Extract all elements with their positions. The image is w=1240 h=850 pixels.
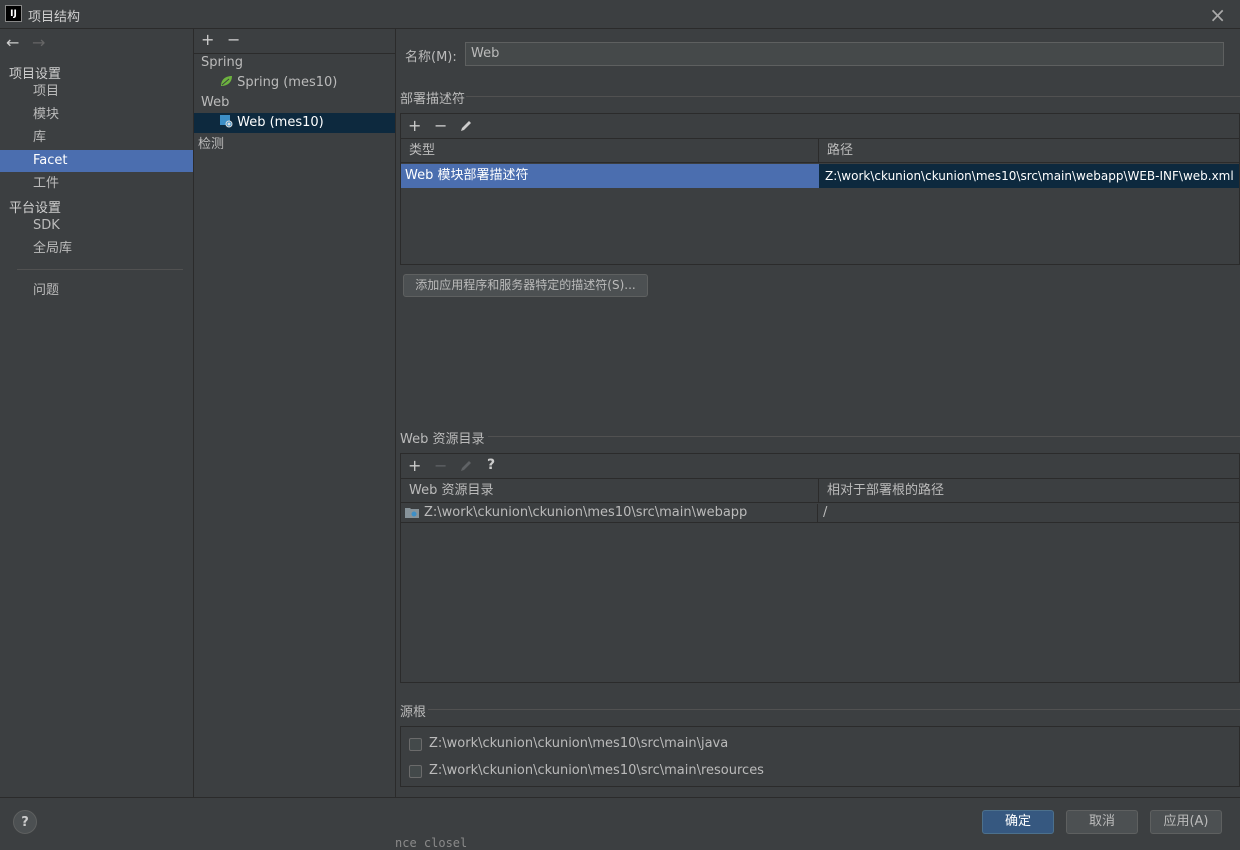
source-root-label[interactable]: Z:\work\ckunion\ckunion\mes10\src\main\r… — [429, 763, 764, 778]
tree-item-label: Web (mes10) — [237, 115, 324, 130]
section-divider — [466, 96, 1240, 97]
nav-item-project[interactable]: 项目 — [0, 81, 193, 103]
edit-pencil-icon[interactable] — [459, 459, 473, 473]
source-roots-list: Z:\work\ckunion\ckunion\mes10\src\main\j… — [400, 726, 1240, 787]
cell-path: Z:\work\ckunion\ckunion\mes10\src\main\w… — [819, 164, 1239, 188]
settings-nav: ← → 项目设置 项目 模块 库 Facet 工件 平台设置 SDK 全局库 问… — [0, 29, 194, 797]
edit-pencil-icon[interactable] — [459, 119, 473, 133]
cancel-button[interactable]: 取消 — [1066, 810, 1138, 834]
source-root-checkbox[interactable] — [409, 765, 422, 778]
nav-item-global-libraries[interactable]: 全局库 — [0, 238, 193, 260]
nav-item-artifacts[interactable]: 工件 — [0, 173, 193, 195]
deployment-descriptor-table: + − 类型 路径 Web 模块部署描述符 Z:\work\ckunion\ck… — [400, 113, 1240, 265]
cell-type: Web 模块部署描述符 — [401, 164, 819, 188]
remove-icon[interactable]: − — [434, 456, 447, 475]
nav-item-problems[interactable]: 问题 — [0, 280, 193, 302]
nav-item-sdk[interactable]: SDK — [0, 215, 193, 237]
table-toolbar: + − — [401, 114, 1239, 139]
back-arrow-icon[interactable]: ← — [6, 33, 19, 52]
web-resources-section-title: Web 资源目录 — [400, 432, 485, 447]
ok-button[interactable]: 确定 — [982, 810, 1054, 834]
column-header-relative-path[interactable]: 相对于部署根的路径 — [819, 479, 1239, 503]
name-input[interactable]: Web — [465, 42, 1224, 66]
facet-tree-panel: + − Spring Spring (mes10) Web Web (mes10… — [194, 29, 396, 797]
add-server-descriptor-button[interactable]: 添加应用程序和服务器特定的描述符(S)... — [403, 274, 648, 297]
deployment-section-title: 部署描述符 — [400, 92, 466, 107]
column-header-web-resource-dir[interactable]: Web 资源目录 — [401, 479, 819, 503]
section-divider — [428, 709, 1240, 710]
window-title: 项目结构 — [28, 10, 81, 25]
facet-details: 名称(M): Web 部署描述符 + − 类型 路径 Web 模块部署描述符 Z… — [396, 29, 1240, 797]
web-facet-icon — [220, 115, 233, 128]
dialog-footer: ? nce closel 确定 取消 应用(A) — [0, 797, 1240, 850]
tree-item-label: Spring (mes10) — [237, 75, 338, 90]
source-root-label[interactable]: Z:\work\ckunion\ckunion\mes10\src\main\j… — [429, 736, 728, 751]
table-row[interactable]: Z:\work\ckunion\ckunion\mes10\src\main\w… — [401, 504, 1239, 523]
tree-item-spring-mes10[interactable]: Spring (mes10) — [194, 73, 395, 93]
help-button[interactable]: ? — [13, 810, 37, 834]
nav-item-modules[interactable]: 模块 — [0, 104, 193, 126]
help-question-icon[interactable]: ? — [487, 457, 495, 473]
name-field-label: 名称(M): — [405, 50, 457, 65]
forward-arrow-icon[interactable]: → — [32, 33, 45, 52]
nav-section-platform-settings: 平台设置 — [9, 201, 62, 216]
add-icon[interactable]: + — [408, 116, 421, 135]
nav-section-project-settings: 项目设置 — [9, 67, 62, 82]
column-header-path[interactable]: 路径 — [819, 139, 1239, 163]
apply-button[interactable]: 应用(A) — [1150, 810, 1222, 834]
cell-relative-path: / — [823, 505, 828, 520]
table-row[interactable]: Web 模块部署描述符 Z:\work\ckunion\ckunion\mes1… — [401, 164, 1239, 188]
add-icon[interactable]: + — [408, 456, 421, 475]
background-editor-text: nce closel — [395, 836, 468, 850]
title-bar: IJ 项目结构 × — [0, 0, 1240, 29]
source-root-checkbox[interactable] — [409, 738, 422, 751]
column-header-type[interactable]: 类型 — [401, 139, 819, 163]
spring-leaf-icon — [221, 76, 232, 86]
nav-item-libraries[interactable]: 库 — [0, 127, 193, 149]
remove-icon[interactable]: − — [227, 30, 240, 49]
source-roots-section-title: 源根 — [400, 705, 427, 720]
table-toolbar: + − ? — [401, 454, 1239, 479]
tree-group-web[interactable]: Web — [194, 93, 395, 113]
tree-group-spring[interactable]: Spring — [194, 53, 395, 73]
section-divider — [488, 436, 1240, 437]
nav-separator — [17, 269, 183, 270]
cell-web-resource-dir: Z:\work\ckunion\ckunion\mes10\src\main\w… — [420, 504, 818, 522]
tree-item-web-mes10[interactable]: Web (mes10) — [194, 113, 395, 133]
web-resource-table: + − ? Web 资源目录 相对于部署根的路径 Z:\work\ckunion… — [400, 453, 1240, 683]
add-icon[interactable]: + — [201, 30, 214, 49]
web-folder-icon — [405, 508, 419, 518]
nav-item-facets[interactable]: Facet — [0, 150, 193, 172]
remove-icon[interactable]: − — [434, 116, 447, 135]
intellij-logo-icon: IJ — [5, 5, 22, 22]
tree-item-detection[interactable]: 检测 — [194, 135, 395, 155]
close-icon[interactable]: × — [1209, 3, 1226, 27]
